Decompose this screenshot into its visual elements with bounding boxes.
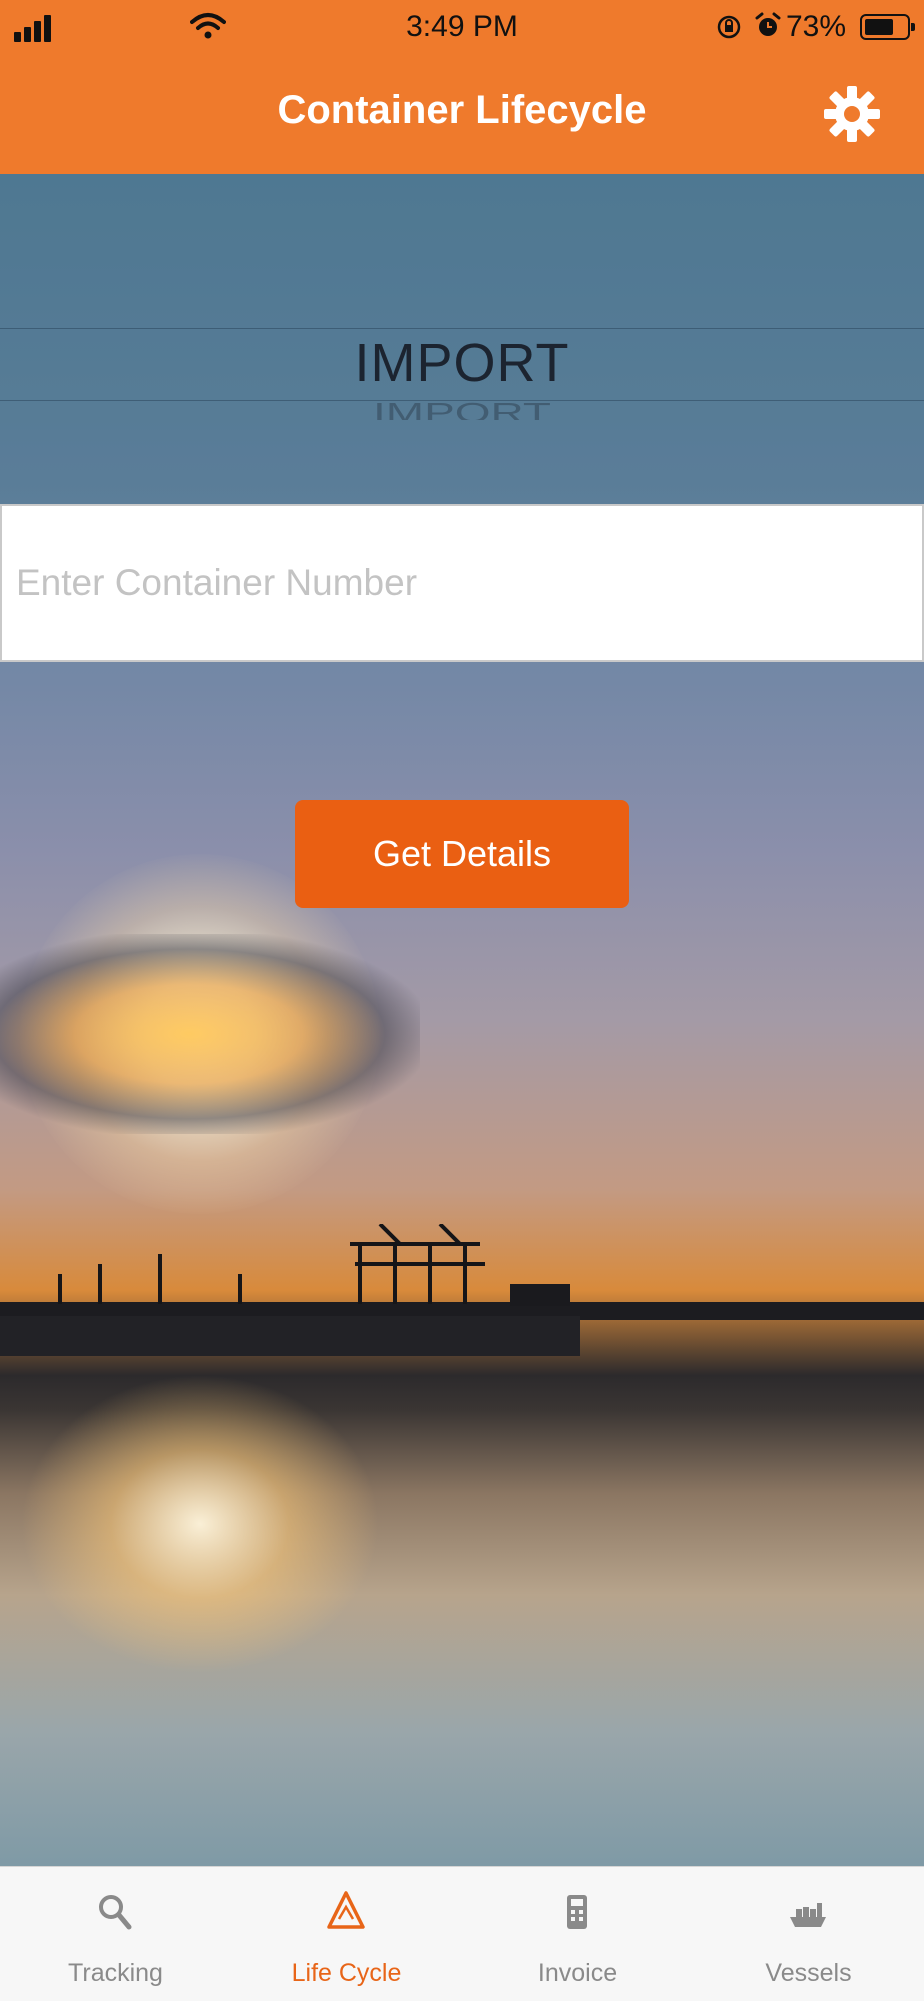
tab-invoice[interactable]: Invoice xyxy=(462,1867,693,2001)
triangle-icon xyxy=(327,1891,365,1929)
gear-icon[interactable] xyxy=(822,84,882,144)
tab-bar: Tracking Life Cycle Invoice Vessels xyxy=(0,1866,924,2001)
tab-life-cycle[interactable]: Life Cycle xyxy=(231,1867,462,2001)
picker-next-option[interactable]: IMPORT xyxy=(0,396,924,420)
battery-icon xyxy=(860,14,915,40)
tab-label: Vessels xyxy=(765,1959,852,1987)
tab-tracking[interactable]: Tracking xyxy=(0,1867,231,2001)
import-export-picker[interactable]: IMPORT IMPORT xyxy=(0,174,924,504)
battery-percent: 73% xyxy=(785,10,846,43)
rotation-lock-icon xyxy=(717,15,741,39)
top-bar: 3:49 PM 73% Container Lifecycle xyxy=(0,0,924,174)
page-title: Container Lifecycle xyxy=(277,88,647,132)
search-icon xyxy=(99,1895,132,1930)
tab-vessels[interactable]: Vessels xyxy=(693,1867,924,2001)
get-details-button[interactable]: Get Details xyxy=(295,800,629,908)
tab-label: Life Cycle xyxy=(291,1959,402,1987)
tab-label: Invoice xyxy=(537,1959,618,1987)
container-number-input[interactable] xyxy=(0,504,924,662)
invoice-icon xyxy=(567,1895,587,1929)
port-cranes-silhouette xyxy=(0,1224,924,1356)
background-image: IMPORT IMPORT Get Details xyxy=(0,174,924,1866)
status-bar: 3:49 PM 73% xyxy=(0,0,924,58)
alarm-icon xyxy=(755,12,781,36)
picker-selected[interactable]: IMPORT xyxy=(0,332,924,394)
tab-label: Tracking xyxy=(68,1959,163,1987)
ship-icon xyxy=(790,1903,826,1927)
